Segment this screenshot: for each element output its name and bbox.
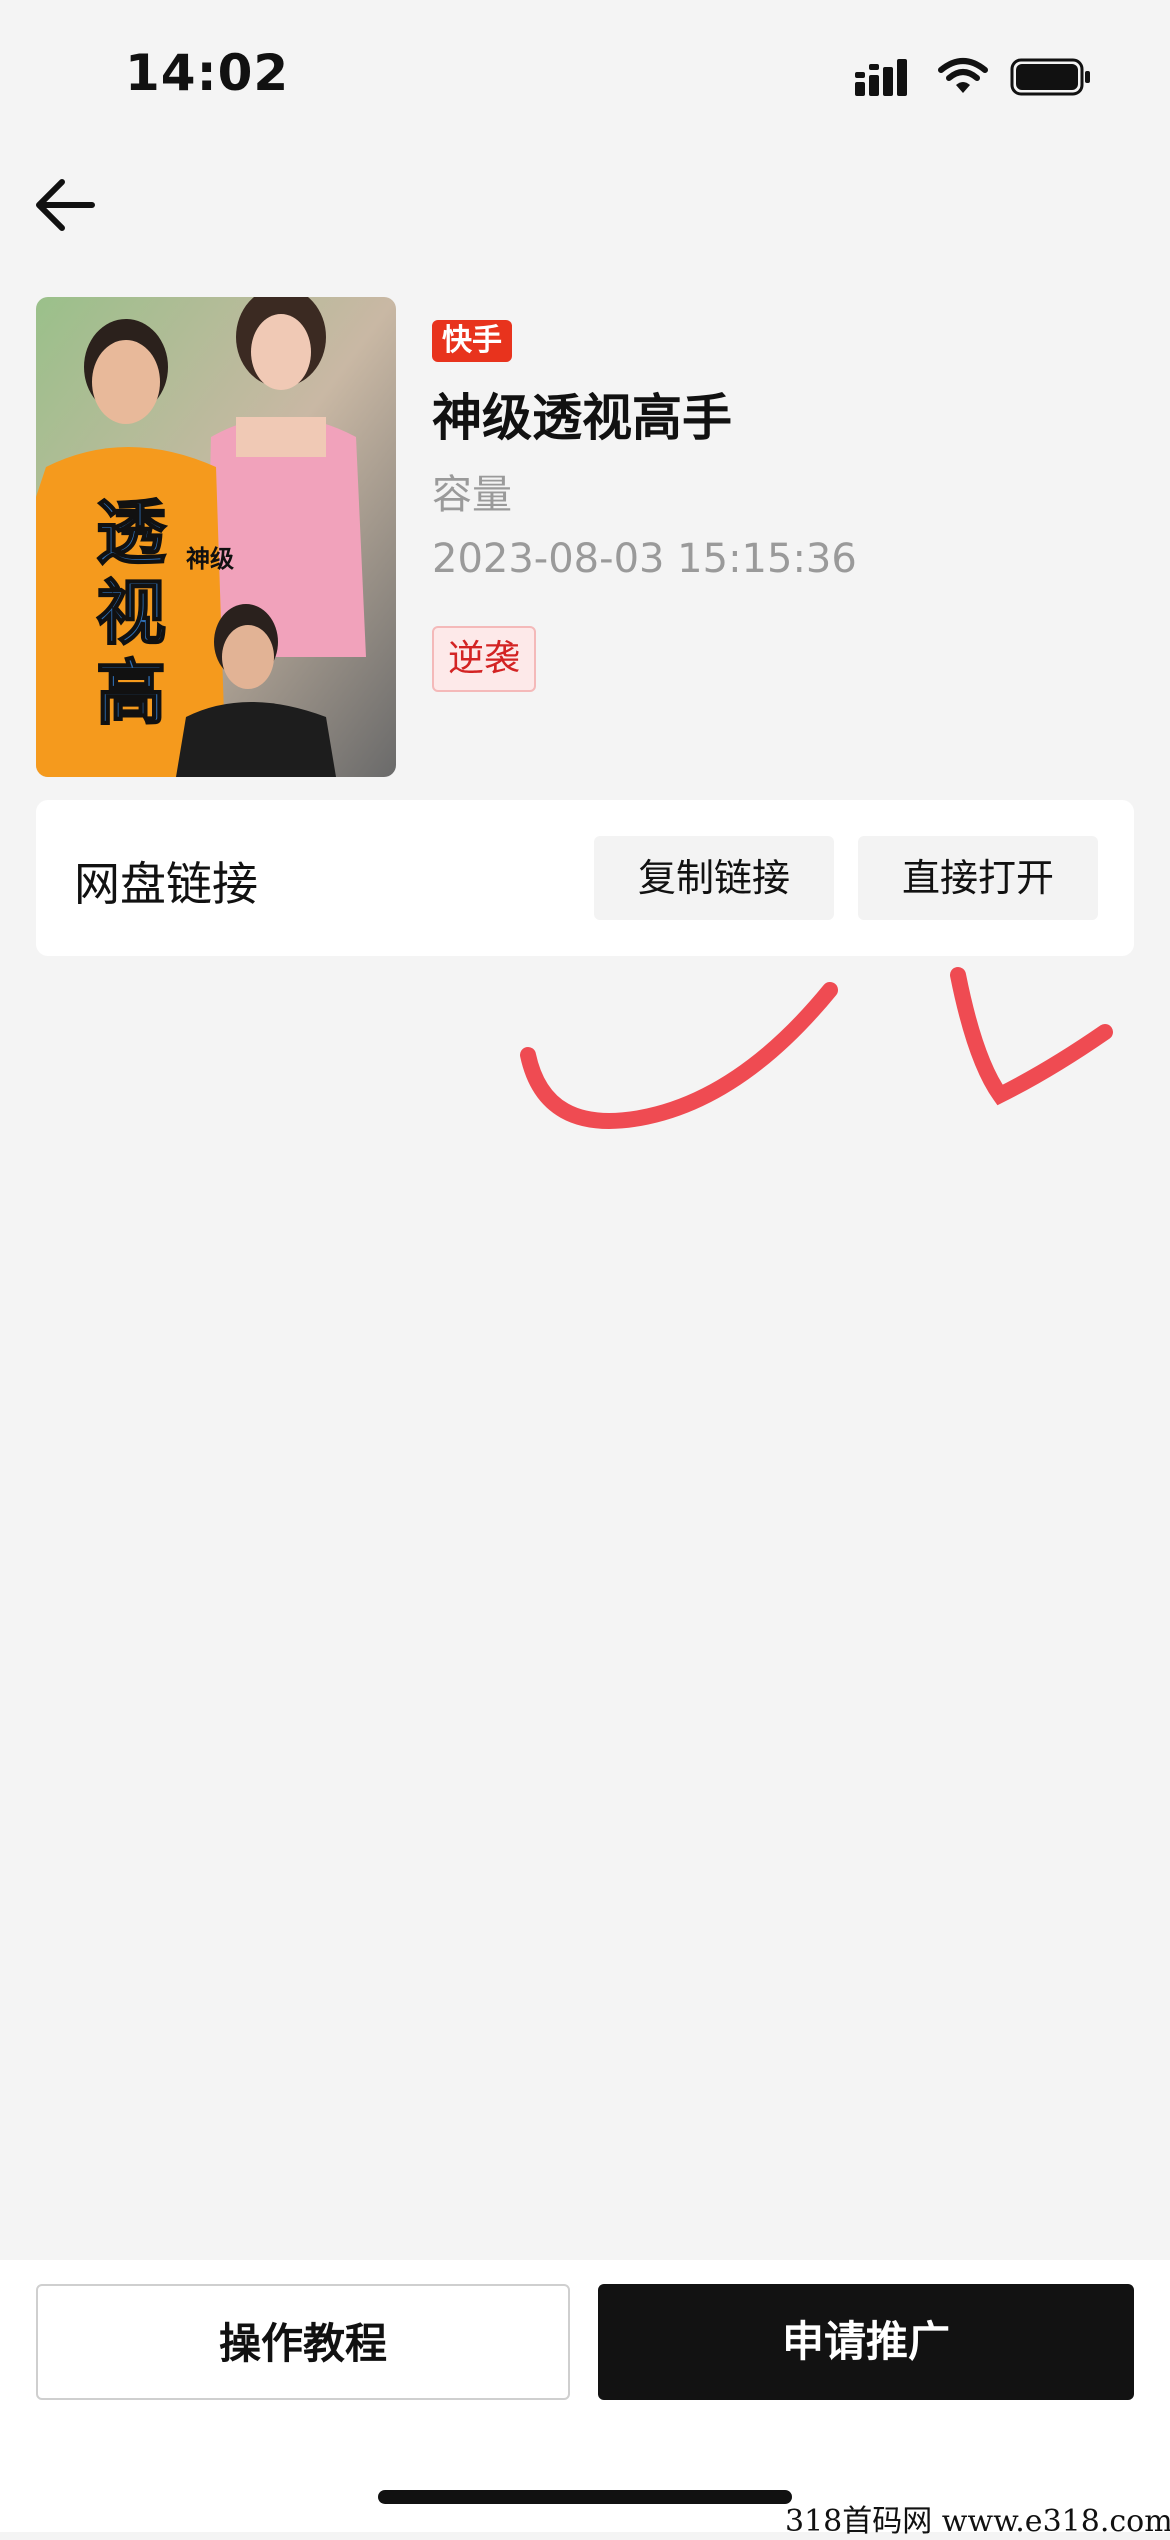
copy-link-button[interactable]: 复制链接 [594, 836, 834, 920]
poster-subtitle-text: 神级 [186, 545, 234, 573]
platform-badge: 快手 [432, 320, 512, 362]
genre-tag[interactable]: 逆袭 [432, 626, 537, 692]
home-indicator[interactable] [378, 2490, 792, 2504]
capacity-label: 容量 [432, 472, 512, 518]
promote-button[interactable]: 申请推广 [598, 2284, 1134, 2400]
status-bar: 14:02 [0, 0, 1170, 150]
link-card: 网盘链接 复制链接 直接打开 [36, 800, 1134, 956]
link-label: 网盘链接 [74, 857, 258, 911]
timestamp: 2023-08-03 15:15:36 [432, 536, 857, 582]
svg-text:视: 视 [96, 572, 166, 654]
poster-title-text: 透 [96, 492, 167, 574]
wifi-icon [938, 58, 988, 93]
drama-poster: 透 视 高 神级 [36, 297, 396, 777]
tutorial-button[interactable]: 操作教程 [36, 2284, 570, 2400]
svg-text:高: 高 [96, 652, 166, 734]
drama-title: 神级透视高手 [432, 389, 732, 447]
battery-icon [1010, 58, 1090, 96]
signal-icon [855, 59, 907, 96]
open-direct-button[interactable]: 直接打开 [858, 836, 1098, 920]
watermark: 318首码网 www.e318.com [785, 2504, 1170, 2539]
status-time: 14:02 [125, 44, 290, 102]
arrow-left-icon[interactable] [30, 170, 110, 240]
bottom-bar: 操作教程 申请推广 [0, 2260, 1170, 2532]
